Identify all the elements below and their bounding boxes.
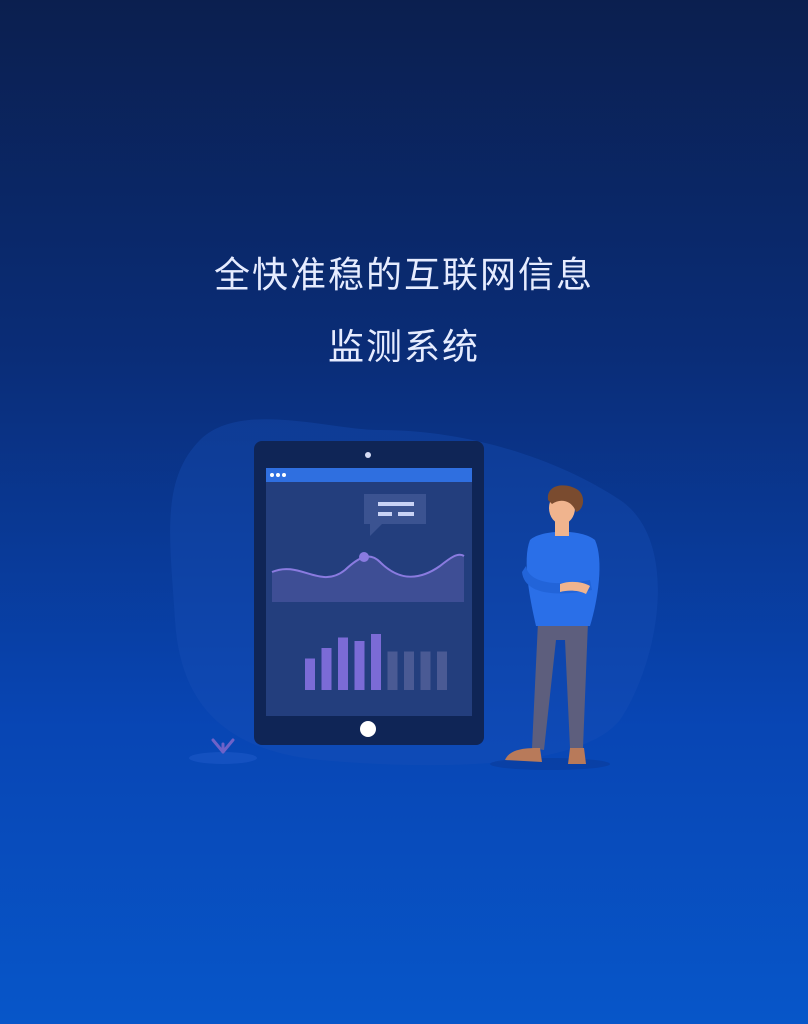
window-dot-icon	[282, 473, 286, 477]
bar	[354, 641, 365, 690]
screen-titlebar	[266, 468, 472, 482]
chart-point	[359, 552, 369, 562]
plant-icon	[189, 738, 257, 764]
tablet-camera	[365, 452, 371, 458]
bar	[321, 648, 332, 690]
tablet	[254, 441, 484, 745]
bar	[437, 651, 447, 690]
illustration	[170, 419, 658, 770]
window-dot-icon	[270, 473, 274, 477]
bar	[338, 637, 348, 690]
bar	[371, 634, 381, 690]
bar	[387, 651, 398, 690]
tablet-home-button	[360, 721, 376, 737]
window-dot-icon	[276, 473, 280, 477]
bar	[404, 651, 414, 690]
bar	[305, 658, 315, 690]
bar	[420, 651, 431, 690]
tooltip-bubble	[364, 494, 426, 524]
